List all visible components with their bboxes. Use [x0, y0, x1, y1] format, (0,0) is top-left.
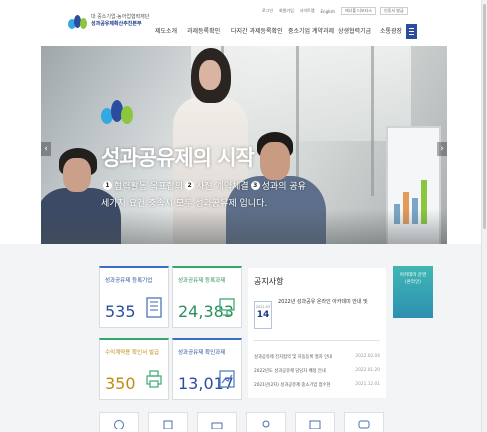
quick-link-4[interactable] [246, 412, 286, 432]
chart-icon [219, 370, 235, 388]
printer-icon [146, 370, 162, 388]
document-icon [163, 420, 173, 429]
hero-next-arrow-icon[interactable]: › [437, 142, 447, 156]
stat-value: 535 [105, 302, 136, 321]
notice-list-item[interactable]: 2021년(2차) 성과공유제 중소기업 접수현 2021.12.01 [254, 382, 380, 388]
globe-icon [114, 420, 124, 429]
stat-title: 성과공유제 확인과제 [178, 350, 226, 356]
stat-card-registered-tasks[interactable]: 성과공유제 등록과제 24,383 [172, 266, 242, 328]
divider [254, 340, 380, 341]
all-menu-button[interactable] [406, 24, 417, 39]
step-3-badge: 3 [250, 181, 260, 190]
notice-list-item[interactable]: 성과공유제 전자협약 및 자동등록 절차 안내 2022.02.04 [254, 354, 380, 360]
step-2-badge: 2 [185, 181, 195, 190]
quick-link-5[interactable] [295, 412, 335, 432]
logo-dept-name: 성과공유제확산추진본부 [91, 21, 142, 27]
quick-link-1[interactable] [99, 412, 139, 432]
notice-feature-link[interactable]: 2022년 성과공유 온라인 아카데미 안내 및 [278, 298, 368, 305]
stat-title: 수익계약용 확인서 발급 [105, 350, 160, 356]
quick-link-3[interactable] [197, 412, 237, 432]
logo-mark-icon [68, 11, 88, 31]
nav-item-intro[interactable]: 제도소개 [155, 26, 177, 35]
util-english-link[interactable]: English [321, 9, 335, 14]
building-icon [146, 297, 162, 318]
site-header: 대 중소기업·농어업협력재단 성과공유제확산추진본부 로그인 회원가입 사이트맵… [0, 0, 481, 46]
step-1-badge: 1 [103, 181, 112, 190]
quick-link-2[interactable] [148, 412, 188, 432]
stat-card-certificates[interactable]: 수익계약용 확인서 발급 350 [99, 338, 169, 400]
nav-item-sme-contract[interactable]: 중소기업 계약과제 [288, 26, 334, 35]
logo-org-name: 대 중소기업·농어업협력재단 [91, 14, 150, 20]
stat-card-confirmed-tasks[interactable]: 성과공유제 확인과제 13,017 [172, 338, 242, 400]
quick-link-6[interactable] [344, 412, 384, 432]
stat-card-registered-companies[interactable]: 성과공유제 등록기업 535 [99, 266, 169, 328]
step-2-label: 사전 계약체결 [196, 182, 249, 192]
page-scrollbar[interactable] [481, 0, 487, 432]
notice-feature-date: 2022.03 14 [254, 301, 272, 329]
hero-prev-arrow-icon[interactable]: ‹ [41, 142, 51, 156]
nav-item-community[interactable]: 소통광장 [380, 26, 402, 35]
notice-list-item[interactable]: 2022년도 성과공유제 담당자 배정 안내 2022.01.20 [254, 368, 380, 374]
scrollbar-thumb[interactable] [483, 4, 486, 229]
stat-value: 350 [105, 374, 136, 393]
site-logo[interactable]: 대 중소기업·농어업협력재단 성과공유제확산추진본부 [68, 11, 149, 31]
util-login-link[interactable]: 로그인 [262, 8, 273, 14]
util-join-link[interactable]: 회원가입 [279, 8, 294, 14]
hero-subtitle: 세가지 요건 충족시 모두 성과공유제 입니다. [101, 199, 268, 209]
chat-icon [358, 420, 370, 429]
util-certificate-link[interactable]: 인증서 발급 [380, 7, 408, 15]
people-icon [262, 420, 270, 428]
utility-links: 로그인 회원가입 사이트맵 English 에너폴 더보터스 인증서 발급 [262, 7, 412, 15]
util-sitemap-link[interactable]: 사이트맵 [300, 8, 315, 14]
hero-title: 성과공유제의 시작 [101, 146, 255, 170]
briefcase-icon [211, 422, 223, 429]
academy-banner[interactable]: 아카데미 운영 (온라인) [393, 266, 433, 318]
notice-board: 공지사항 2022.03 14 2022년 성과공유 온라인 아카데미 안내 및… [248, 268, 386, 398]
util-box-link-1[interactable]: 에너폴 더보터스 [340, 7, 376, 15]
board-icon [309, 420, 321, 429]
step-3-label: 성과의 공유 [261, 182, 306, 192]
hero-logo-icon [101, 94, 135, 128]
notice-title[interactable]: 공지사항 [254, 276, 283, 287]
nav-item-fund[interactable]: 상생협력기금 [338, 26, 371, 35]
hero-steps: 1 협력활동 목표합의 2 사전 계약체결 3 성과의 공유 [101, 179, 306, 192]
step-1-label: 협력활동 목표합의 [114, 182, 184, 192]
stat-title: 성과공유제 등록과제 [178, 278, 226, 284]
nav-item-multi-registration[interactable]: 다지간 과제등록확인 [231, 26, 283, 35]
monitor-icon [219, 298, 235, 316]
nav-item-registration[interactable]: 과제등록확인 [187, 26, 220, 35]
hero-banner: 성과공유제의 시작 1 협력활동 목표합의 2 사전 계약체결 3 성과의 공유… [41, 46, 447, 244]
stat-title: 성과공유제 등록기업 [105, 278, 153, 284]
